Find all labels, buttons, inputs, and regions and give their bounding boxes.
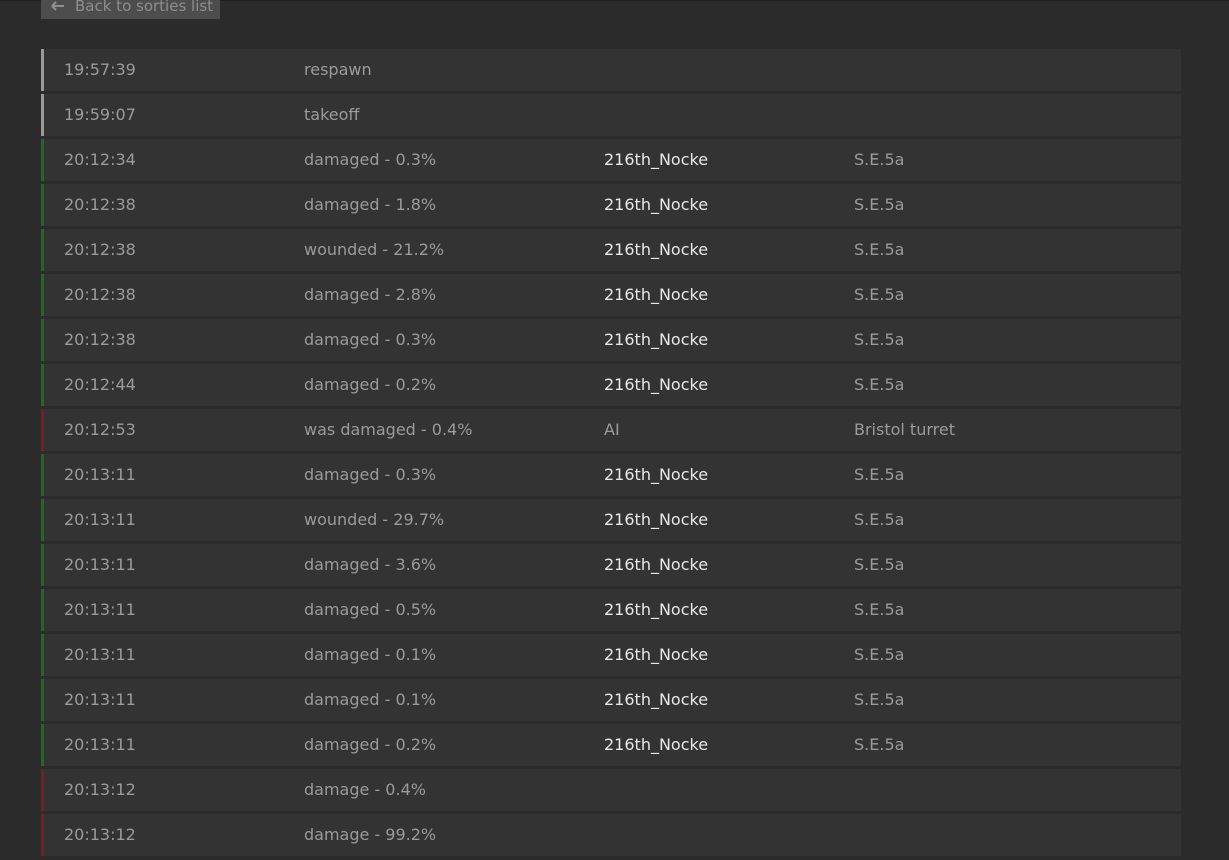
event-row: 20:13:11 damaged - 0.5% 216th_Nocke S.E.5a xyxy=(41,589,1181,631)
event-time: 20:12:38 xyxy=(64,285,136,304)
event-row: 19:59:07 takeoff xyxy=(41,94,1181,136)
event-time: 20:13:12 xyxy=(64,825,136,844)
event-time: 20:13:11 xyxy=(64,555,136,574)
event-actor: 216th_Nocke xyxy=(604,150,709,169)
event-actor: 216th_Nocke xyxy=(604,645,709,664)
event-aircraft: S.E.5a xyxy=(854,285,905,304)
event-aircraft: Bristol turret xyxy=(854,420,955,439)
event-row: 20:12:44 damaged - 0.2% 216th_Nocke S.E.5a xyxy=(41,364,1181,406)
event-time: 20:13:11 xyxy=(64,510,136,529)
event-row: 20:12:38 damaged - 0.3% 216th_Nocke S.E.5a xyxy=(41,319,1181,361)
event-description: damaged - 1.8% xyxy=(304,195,437,214)
event-row: 20:13:11 damaged - 0.1% 216th_Nocke S.E.5a xyxy=(41,679,1181,721)
event-time: 20:13:11 xyxy=(64,600,136,619)
event-description: damaged - 3.6% xyxy=(304,555,437,574)
event-description: damaged - 0.2% xyxy=(304,735,437,754)
event-actor: 216th_Nocke xyxy=(604,330,709,349)
sortie-events-page: Back to sorties list 19:57:39 respawn 19:5… xyxy=(0,0,1229,860)
event-time: 20:13:11 xyxy=(64,465,136,484)
event-time: 20:12:44 xyxy=(64,375,136,394)
back-to-sorties-button[interactable]: Back to sorties list xyxy=(41,0,220,19)
event-aircraft: S.E.5a xyxy=(854,240,905,259)
event-row: 20:13:11 damaged - 0.3% 216th_Nocke S.E.5a xyxy=(41,454,1181,496)
event-actor: 216th_Nocke xyxy=(604,375,709,394)
event-description: was damaged - 0.4% xyxy=(304,420,473,439)
event-description: wounded - 21.2% xyxy=(304,240,445,259)
event-actor: AI xyxy=(604,420,620,439)
event-description: damage - 99.2% xyxy=(304,825,437,844)
event-aircraft: S.E.5a xyxy=(854,510,905,529)
event-aircraft: S.E.5a xyxy=(854,330,905,349)
event-row: 19:57:39 respawn xyxy=(41,49,1181,91)
event-row: 20:13:11 damaged - 0.2% 216th_Nocke S.E.5a xyxy=(41,724,1181,766)
event-time: 19:59:07 xyxy=(64,105,136,124)
event-row: 20:12:53 was damaged - 0.4% AI Bristol turr… xyxy=(41,409,1181,451)
event-description: takeoff xyxy=(304,105,360,124)
event-description: damaged - 0.1% xyxy=(304,690,437,709)
event-description: damaged - 0.5% xyxy=(304,600,437,619)
event-actor: 216th_Nocke xyxy=(604,510,709,529)
event-aircraft: S.E.5a xyxy=(854,465,905,484)
event-time: 20:12:34 xyxy=(64,150,136,169)
event-time: 20:13:11 xyxy=(64,645,136,664)
event-row: 20:12:34 damaged - 0.3% 216th_Nocke S.E.5a xyxy=(41,139,1181,181)
event-actor: 216th_Nocke xyxy=(604,735,709,754)
event-description: wounded - 29.7% xyxy=(304,510,445,529)
event-actor: 216th_Nocke xyxy=(604,195,709,214)
event-time: 20:13:11 xyxy=(64,690,136,709)
event-description: damaged - 0.2% xyxy=(304,375,437,394)
sortie-events-list: 19:57:39 respawn 19:59:07 takeoff 20:12:34 da… xyxy=(41,49,1181,859)
event-description: damaged - 0.3% xyxy=(304,330,437,349)
event-row: 20:13:11 wounded - 29.7% 216th_Nocke S.E.5a xyxy=(41,499,1181,541)
back-button-label: Back to sorties list xyxy=(75,0,214,15)
event-actor: 216th_Nocke xyxy=(604,600,709,619)
event-aircraft: S.E.5a xyxy=(854,150,905,169)
event-time: 20:12:38 xyxy=(64,330,136,349)
event-time: 20:12:38 xyxy=(64,195,136,214)
event-aircraft: S.E.5a xyxy=(854,690,905,709)
event-row: 20:13:11 damaged - 0.1% 216th_Nocke S.E.5a xyxy=(41,634,1181,676)
event-actor: 216th_Nocke xyxy=(604,240,709,259)
arrow-left-icon xyxy=(51,1,65,11)
event-aircraft: S.E.5a xyxy=(854,195,905,214)
event-row: 20:12:38 wounded - 21.2% 216th_Nocke S.E.5a xyxy=(41,229,1181,271)
event-row: 20:12:38 damaged - 1.8% 216th_Nocke S.E.5a xyxy=(41,184,1181,226)
event-description: damaged - 0.3% xyxy=(304,465,437,484)
event-time: 20:13:11 xyxy=(64,735,136,754)
event-actor: 216th_Nocke xyxy=(604,465,709,484)
event-aircraft: S.E.5a xyxy=(854,735,905,754)
event-row: 20:13:12 damage - 0.4% xyxy=(41,769,1181,811)
event-description: damaged - 0.3% xyxy=(304,150,437,169)
event-actor: 216th_Nocke xyxy=(604,555,709,574)
event-row: 20:12:38 damaged - 2.8% 216th_Nocke S.E.5a xyxy=(41,274,1181,316)
event-description: damage - 0.4% xyxy=(304,780,426,799)
event-description: damaged - 2.8% xyxy=(304,285,437,304)
event-time: 20:13:12 xyxy=(64,780,136,799)
event-aircraft: S.E.5a xyxy=(854,600,905,619)
event-time: 20:12:38 xyxy=(64,240,136,259)
event-aircraft: S.E.5a xyxy=(854,375,905,394)
event-aircraft: S.E.5a xyxy=(854,645,905,664)
event-time: 20:12:53 xyxy=(64,420,136,439)
event-aircraft: S.E.5a xyxy=(854,555,905,574)
event-time: 19:57:39 xyxy=(64,60,136,79)
event-row: 20:13:11 damaged - 3.6% 216th_Nocke S.E.5a xyxy=(41,544,1181,586)
event-actor: 216th_Nocke xyxy=(604,690,709,709)
event-actor: 216th_Nocke xyxy=(604,285,709,304)
event-description: respawn xyxy=(304,60,372,79)
event-description: damaged - 0.1% xyxy=(304,645,437,664)
event-row: 20:13:12 damage - 99.2% xyxy=(41,814,1181,856)
